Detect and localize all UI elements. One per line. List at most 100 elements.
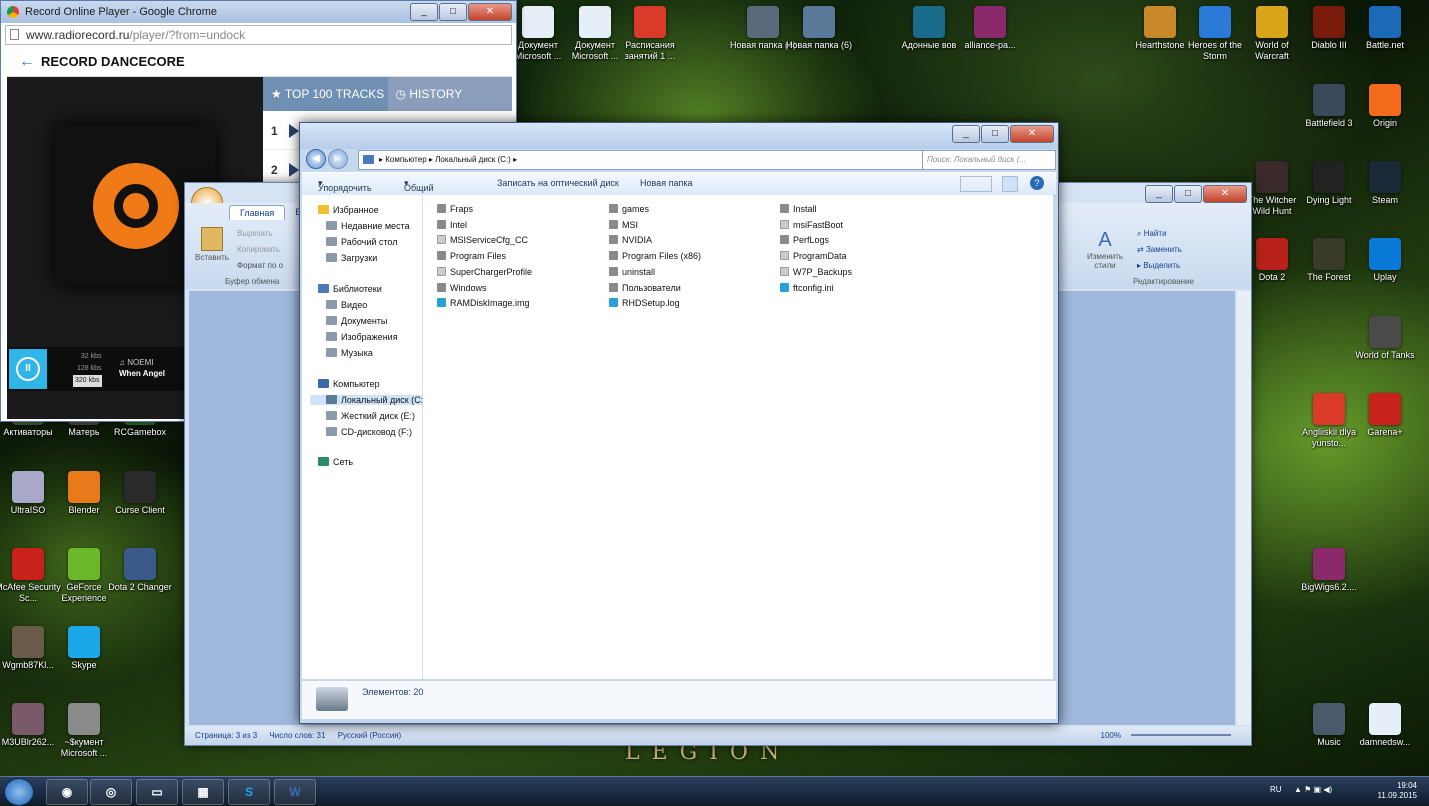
nav-item[interactable]: Жесткий диск (E:) — [326, 411, 415, 421]
cut-button[interactable]: Вырезать — [237, 229, 273, 238]
close-button[interactable]: ✕ — [468, 3, 512, 21]
nav-item[interactable]: CD-дисковод (F:) — [326, 427, 412, 437]
file-item[interactable]: RAMDiskImage.img — [437, 298, 530, 308]
close-button[interactable]: ✕ — [1010, 125, 1054, 143]
address-bar[interactable]: www.radiorecord.ru/player/?from=undock — [5, 25, 512, 45]
select-button[interactable]: ▸ Выделить — [1137, 261, 1180, 270]
desktop-shortcut[interactable]: Origin — [1352, 84, 1418, 129]
file-item[interactable]: Program Files — [437, 251, 506, 261]
nav-item[interactable]: Недавние места — [326, 221, 410, 231]
help-icon[interactable]: ? — [1030, 176, 1044, 190]
breadcrumb-computer[interactable]: Компьютер — [385, 155, 426, 164]
file-item[interactable]: MSIServiceCfg_CC — [437, 235, 528, 245]
close-button[interactable]: ✕ — [1203, 185, 1247, 203]
file-item[interactable]: SuperChargerProfile — [437, 266, 532, 277]
nav-item[interactable]: Сеть — [318, 457, 353, 467]
file-item[interactable]: Install — [780, 204, 817, 214]
tab-top-100[interactable]: ★ TOP 100 TRACKS — [263, 77, 388, 111]
file-item[interactable]: uninstall — [609, 266, 655, 277]
preview-pane-button[interactable] — [1002, 176, 1018, 192]
file-item[interactable]: Пользователи — [609, 282, 681, 293]
minimize-button[interactable]: _ — [1145, 185, 1173, 203]
share-button[interactable]: Общий доступ ▾ — [404, 178, 434, 203]
back-button[interactable]: ◀ — [306, 149, 326, 169]
change-styles-button[interactable]: A Изменить стили — [1083, 229, 1127, 270]
breadcrumb-drive[interactable]: Локальный диск (C:) — [435, 155, 511, 164]
apps-taskbar-icon[interactable]: ▦ — [182, 779, 224, 805]
burn-button[interactable]: Записать на оптический диск — [497, 178, 619, 188]
minimize-button[interactable]: _ — [410, 3, 438, 21]
pause-button[interactable]: II — [9, 349, 47, 389]
desktop-shortcut[interactable]: Steam — [1352, 161, 1418, 206]
explorer-titlebar[interactable] — [300, 123, 1058, 149]
search-input[interactable]: Поиск: Локальный диск (... — [922, 150, 1056, 170]
clock[interactable]: 19:04 11.09.2015 — [1378, 781, 1417, 801]
vertical-scrollbar[interactable] — [1237, 291, 1251, 725]
maximize-button[interactable]: □ — [981, 125, 1009, 143]
desktop-shortcut[interactable]: Dota 2 Changer — [107, 548, 173, 593]
desktop-shortcut[interactable]: alliance-pa... — [957, 6, 1023, 51]
forward-button[interactable]: ▶ — [328, 149, 348, 169]
desktop-shortcut[interactable]: ~$кумент Microsoft ... — [51, 703, 117, 759]
file-item[interactable]: W7P_Backups — [780, 266, 852, 277]
language[interactable]: Русский (Россия) — [338, 731, 401, 740]
nav-item[interactable]: Избранное — [318, 205, 379, 215]
desktop-shortcut[interactable]: Battle.net — [1352, 6, 1418, 51]
file-item[interactable]: MSI — [609, 219, 638, 230]
nav-item[interactable]: Компьютер — [318, 379, 380, 389]
explorer-window[interactable]: _ □ ✕ ◀ ▶ ▸ Компьютер ▸ Локальный диск (… — [299, 122, 1059, 724]
desktop-shortcut[interactable]: World of Tanks — [1352, 316, 1418, 361]
file-item[interactable]: RHDSetup.log — [609, 298, 680, 308]
file-item[interactable]: ProgramData — [780, 251, 847, 261]
new-folder-button[interactable]: Новая папка — [640, 178, 692, 188]
explorer-taskbar-icon[interactable]: ▭ — [136, 779, 178, 805]
desktop-shortcut[interactable]: Curse Client — [107, 471, 173, 516]
nav-item[interactable]: Загрузки — [326, 253, 377, 263]
play-icon[interactable] — [289, 123, 300, 138]
tab-home[interactable]: Главная — [229, 205, 286, 220]
organize-button[interactable]: Упорядочить ▾ — [318, 178, 372, 193]
desktop-shortcut[interactable]: Uplay — [1352, 238, 1418, 283]
taskbar-app-icon[interactable]: ◉ — [46, 779, 88, 805]
word-taskbar-icon[interactable]: W — [274, 779, 316, 805]
tab-history[interactable]: ◷ HISTORY — [387, 77, 512, 111]
start-button[interactable] — [4, 778, 34, 806]
nav-item[interactable]: Рабочий стол — [326, 237, 398, 247]
nav-item[interactable]: Видео — [326, 300, 367, 310]
address-bar[interactable]: ▸ Компьютер ▸ Локальный диск (C:) ▸ — [358, 150, 930, 170]
bitrate-selector[interactable]: 32 kbs 128 kbs 320 kbs — [73, 351, 102, 387]
maximize-button[interactable]: □ — [439, 3, 467, 21]
chrome-taskbar-icon[interactable]: ◎ — [90, 779, 132, 805]
nav-item[interactable]: Изображения — [326, 332, 398, 342]
replace-button[interactable]: ⇄ Заменить — [1137, 245, 1182, 254]
file-item[interactable]: Intel — [437, 219, 467, 230]
back-arrow-icon[interactable]: ← — [19, 48, 35, 76]
file-item[interactable]: Program Files (x86) — [609, 251, 701, 261]
desktop-shortcut[interactable]: BigWigs6.2.... — [1296, 548, 1362, 593]
desktop-shortcut[interactable]: Новая папка (6) — [786, 6, 852, 51]
desktop-shortcut[interactable]: Адонные вов — [896, 6, 962, 51]
format-painter-button[interactable]: Формат по о — [237, 261, 283, 270]
file-item[interactable]: msiFastBoot — [780, 219, 843, 230]
file-item[interactable]: PerfLogs — [780, 235, 829, 245]
file-item[interactable]: Windows — [437, 282, 487, 293]
desktop-shortcut[interactable]: Garena+ — [1352, 393, 1418, 438]
desktop-shortcut[interactable]: damnedsw... — [1352, 703, 1418, 748]
play-icon[interactable] — [289, 162, 300, 177]
bitrate-option[interactable]: 128 kbs — [73, 363, 102, 375]
paste-button[interactable]: Вставить — [195, 227, 229, 262]
nav-item[interactable]: Музыка — [326, 348, 373, 358]
file-item[interactable]: games — [609, 204, 649, 214]
bitrate-option-selected[interactable]: 320 kbs — [73, 375, 102, 387]
minimize-button[interactable]: _ — [952, 125, 980, 143]
nav-item[interactable]: Библиотеки — [318, 284, 382, 294]
find-button[interactable]: ⌕ Найти — [1137, 229, 1167, 239]
nav-item[interactable]: Локальный диск (C:) — [310, 395, 426, 405]
desktop-shortcut[interactable]: Skype — [51, 626, 117, 671]
maximize-button[interactable]: □ — [1174, 185, 1202, 203]
desktop-shortcut[interactable]: Расписания занятий 1 ... — [617, 6, 683, 62]
file-item[interactable]: NVIDIA — [609, 235, 652, 245]
view-options-button[interactable] — [960, 176, 992, 192]
zoom-slider[interactable] — [1131, 734, 1231, 736]
bitrate-option[interactable]: 32 kbs — [73, 351, 102, 363]
